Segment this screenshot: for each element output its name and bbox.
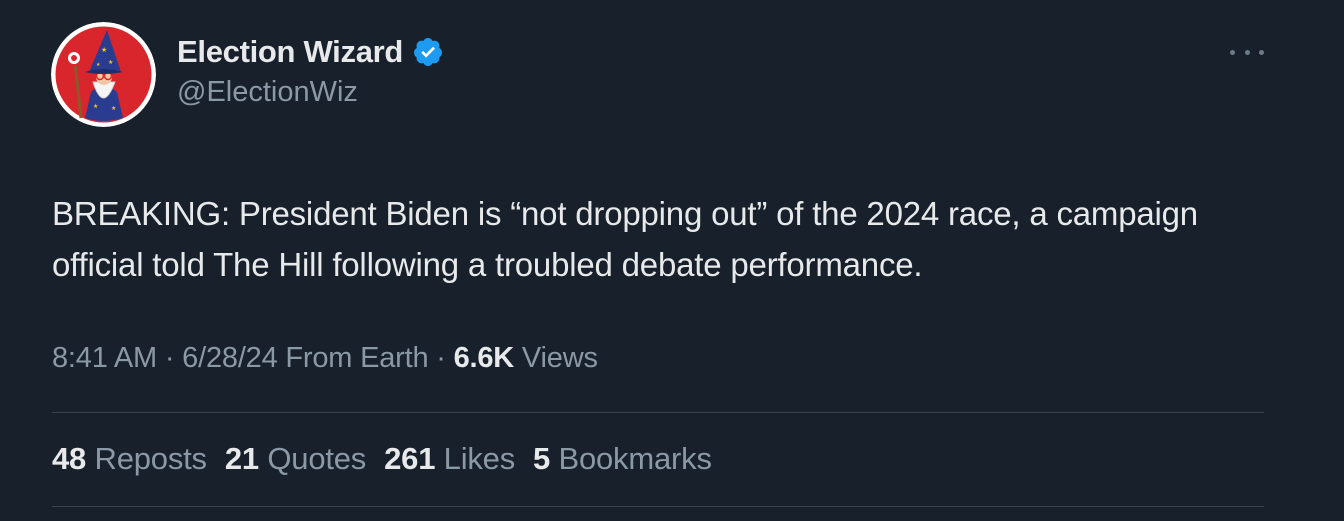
svg-text:★: ★ <box>93 103 98 110</box>
quotes-count: 21 <box>224 441 259 476</box>
display-name-row: Election Wizard <box>177 32 444 72</box>
tweet-text: BREAKING: President Biden is “not droppi… <box>52 195 1198 283</box>
display-name[interactable]: Election Wizard <box>177 34 403 70</box>
svg-text:★: ★ <box>111 105 116 112</box>
more-horizontal-icon[interactable] <box>1230 38 1264 66</box>
more-dot <box>1244 49 1250 55</box>
reposts-count: 48 <box>52 441 87 476</box>
author-handle[interactable]: @ElectionWiz <box>177 76 444 109</box>
tweet-date[interactable]: 6/28/24 <box>182 342 278 374</box>
tweet-source: From Earth <box>285 342 429 374</box>
engagement-stats: 48 Reposts 21 Quotes 261 Likes 5 Bookmar… <box>52 441 730 477</box>
likes-label: Likes <box>443 441 516 476</box>
more-dot <box>1230 49 1235 55</box>
svg-text:★: ★ <box>101 46 107 54</box>
divider <box>52 412 1264 413</box>
reposts-label: Reposts <box>94 441 208 476</box>
bookmarks-stat[interactable]: 5 Bookmarks <box>533 441 712 477</box>
more-dot <box>1259 49 1264 55</box>
bookmarks-count: 5 <box>533 441 551 476</box>
quotes-stat[interactable]: 21 Quotes <box>225 441 366 477</box>
likes-stat[interactable]: 261 Likes <box>384 441 515 477</box>
svg-text:★: ★ <box>96 62 101 68</box>
meta-separator: · <box>428 342 454 374</box>
likes-count: 261 <box>384 441 436 476</box>
views-count: 6.6K <box>453 342 515 374</box>
views-label: Views <box>521 342 598 374</box>
verified-badge-icon[interactable] <box>412 36 444 68</box>
reposts-stat[interactable]: 48 Reposts <box>52 441 207 477</box>
svg-text:★: ★ <box>108 59 113 66</box>
meta-separator: · <box>157 342 183 374</box>
author-info: Election Wizard @ElectionWiz <box>177 32 444 109</box>
tweet-meta: 8:41 AM · 6/28/24 From Earth · 6.6K View… <box>52 342 598 375</box>
wizard-avatar-icon[interactable]: ★ ★ ★ ★ ★ <box>51 22 156 127</box>
tweet-detail: ★ ★ ★ ★ ★ Election Wizard @ElectionWiz B… <box>0 0 1344 521</box>
bookmarks-label: Bookmarks <box>558 441 712 476</box>
tweet-time[interactable]: 8:41 AM <box>52 342 157 374</box>
divider <box>52 506 1264 507</box>
quotes-label: Quotes <box>267 441 367 476</box>
